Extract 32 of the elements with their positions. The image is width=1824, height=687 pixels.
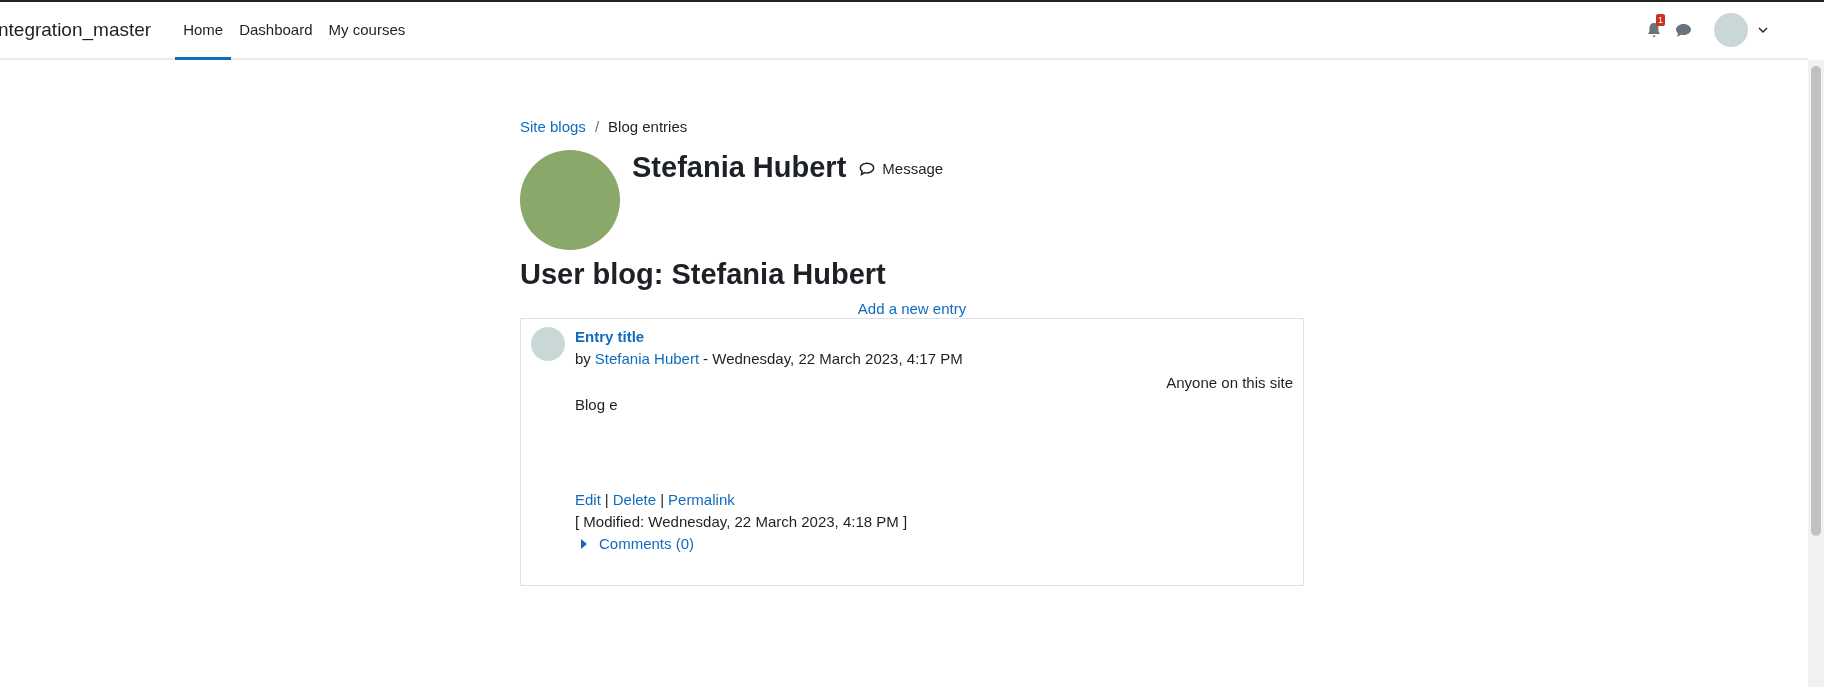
action-separator: | <box>604 490 609 510</box>
byline-text: by <box>575 349 591 369</box>
entry-action-link[interactable]: Delete <box>612 489 657 511</box>
expand-triangle-icon <box>581 539 587 549</box>
author-avatar <box>531 327 565 361</box>
modified-date: [ Modified: Wednesday, 22 March 2023, 4:18 PM ] <box>575 512 909 532</box>
entry-action-link[interactable]: Permalink <box>668 489 735 511</box>
entry-action-link[interactable]: Edit <box>575 489 601 511</box>
messages-icon[interactable] <box>1675 22 1692 38</box>
visibility-label: Anyone on this site <box>1166 374 1293 391</box>
comments-toggle[interactable]: Comments (0) <box>575 533 695 555</box>
entry-body-text: Blog e <box>575 395 619 415</box>
site-name[interactable]: ntegration_master <box>0 19 152 41</box>
breadcrumb-separator: / <box>594 118 600 135</box>
author-link[interactable]: Stefania Hubert <box>594 349 700 369</box>
caret-icon[interactable] <box>1758 27 1768 33</box>
notification-bell-icon[interactable] <box>1647 22 1661 38</box>
entry-title-link[interactable]: Entry title <box>575 327 645 347</box>
message-link[interactable]: Message <box>859 160 944 177</box>
page-heading: User blog: Stefania Hubert <box>520 257 887 292</box>
speech-bubble-icon <box>859 161 876 176</box>
breadcrumb-link[interactable]: Site blogs <box>520 118 586 135</box>
user-name: Stefania Hubert <box>632 150 847 184</box>
nav-tab[interactable]: Home <box>175 2 232 60</box>
add-entry-link[interactable]: Add a new entry <box>857 300 967 317</box>
action-separator: | <box>660 490 665 510</box>
nav-tab[interactable]: Dashboard <box>231 2 321 60</box>
nav-tab[interactable]: My courses <box>320 2 414 60</box>
entry-date: - Wednesday, 22 March 2023, 4:17 PM <box>703 349 963 369</box>
breadcrumb-current: Blog entries <box>608 118 688 135</box>
notification-count-badge: 1 <box>1656 14 1665 26</box>
scrollbar[interactable] <box>1808 60 1824 687</box>
